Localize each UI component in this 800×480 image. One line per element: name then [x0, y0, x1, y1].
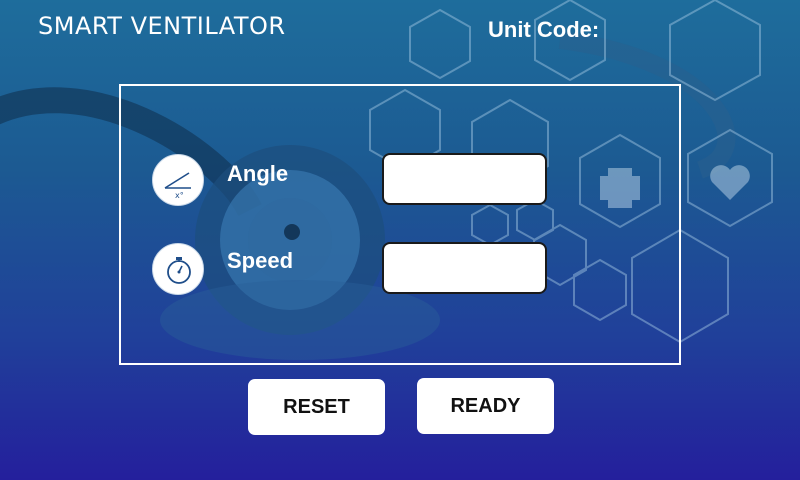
app-title: SMART VENTILATOR — [38, 12, 286, 40]
settings-panel — [119, 84, 681, 365]
reset-button[interactable]: RESET — [248, 379, 385, 435]
angle-icon-text: x° — [175, 191, 184, 200]
angle-input[interactable] — [382, 153, 547, 205]
angle-icon: x° — [152, 154, 204, 206]
ready-button[interactable]: READY — [417, 378, 554, 434]
stopwatch-icon — [152, 243, 204, 295]
speed-input[interactable] — [382, 242, 547, 294]
angle-label: Angle — [227, 161, 289, 186]
unit-code-label: Unit Code: — [488, 17, 600, 42]
speed-label: Speed — [227, 248, 294, 273]
